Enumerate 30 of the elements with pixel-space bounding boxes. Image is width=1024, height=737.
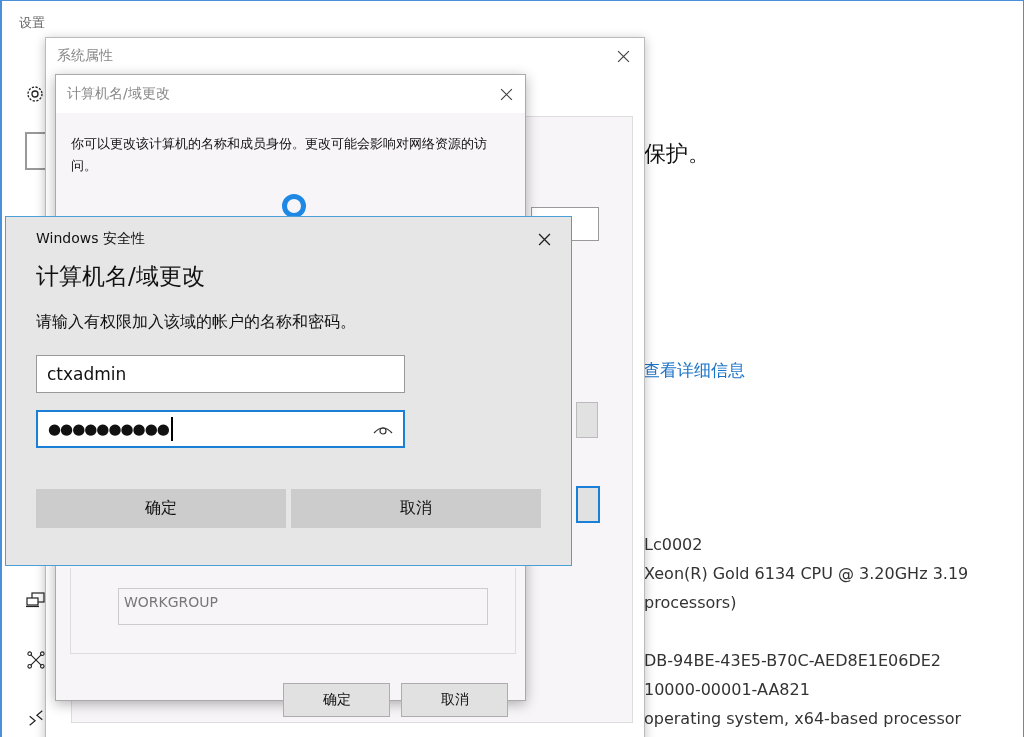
network-icon[interactable] bbox=[26, 651, 46, 669]
button[interactable] bbox=[576, 486, 600, 523]
close-icon[interactable] bbox=[538, 232, 551, 246]
close-icon[interactable] bbox=[617, 49, 630, 63]
workgroup-field[interactable]: WORKGROUP bbox=[118, 588, 488, 625]
info-text: Xeon(R) Gold 6134 CPU @ 3.20GHz 3.19 bbox=[644, 563, 969, 585]
info-text: DB-94BE-43E5-B70C-AED8E1E06DE2 bbox=[644, 650, 942, 672]
close-icon[interactable] bbox=[500, 87, 513, 101]
info-text: operating system, x64-based processor bbox=[644, 708, 963, 730]
cancel-button[interactable]: 取消 bbox=[291, 489, 541, 528]
password-field[interactable]: ●●●●●●●●●● bbox=[36, 410, 405, 448]
info-text: processors) bbox=[644, 592, 738, 614]
info-text: Lc0002 bbox=[644, 534, 704, 556]
details-link[interactable]: 查看详细信息 bbox=[643, 359, 745, 382]
username-field[interactable]: ctxadmin bbox=[36, 355, 405, 393]
devices-icon[interactable] bbox=[26, 591, 46, 609]
description-text: 你可以更改该计算机的名称和成员身份。更改可能会影响对网络资源的访问。 bbox=[71, 135, 488, 175]
settings-icon[interactable] bbox=[25, 84, 45, 104]
window-title: 设置 bbox=[19, 14, 45, 32]
dialog-heading: 计算机名/域更改 bbox=[36, 262, 206, 291]
ok-button[interactable]: 确定 bbox=[283, 683, 390, 717]
prompt-text: 请输入有权限加入该域的帐户的名称和密码。 bbox=[36, 312, 357, 333]
dialog-title: 计算机名/域更改 bbox=[67, 85, 170, 103]
window-title: 系统属性 bbox=[57, 47, 113, 65]
ok-button[interactable]: 确定 bbox=[36, 489, 286, 528]
remote-icon[interactable] bbox=[26, 709, 46, 727]
cancel-button[interactable]: 取消 bbox=[401, 683, 508, 717]
dialog-title: Windows 安全性 bbox=[36, 230, 145, 248]
info-text: 10000-00001-AA821 bbox=[644, 679, 811, 701]
section-heading: 保护。 bbox=[644, 140, 710, 168]
